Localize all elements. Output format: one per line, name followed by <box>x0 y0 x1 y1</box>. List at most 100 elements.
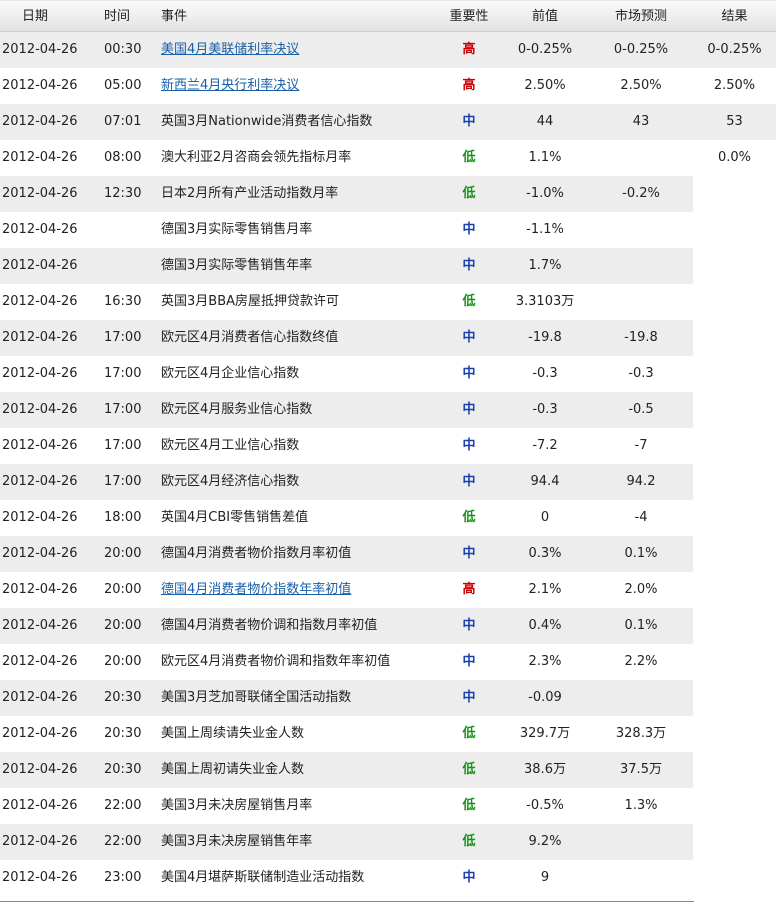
row-event: 德国4月消费者物价指数月率初值 <box>161 546 352 561</box>
row-result <box>693 212 776 248</box>
table-row: 2012-04-26 20:00 德国4月消费者物价指数年率初值 高 2.1% 2.0% <box>0 572 776 608</box>
row-time: 20:30 <box>104 762 142 777</box>
table-row: 2012-04-26 17:00 欧元区4月消费者信心指数终值 中 -19.8 -19.8 <box>0 320 776 356</box>
row-result <box>693 356 776 392</box>
row-forecast: -0.2% <box>622 186 660 201</box>
importance-badge: 低 <box>462 510 476 525</box>
importance-badge: 中 <box>462 366 476 381</box>
row-event: 欧元区4月企业信心指数 <box>161 366 300 381</box>
row-event: 美国3月未决房屋销售月率 <box>161 798 313 813</box>
row-time: 12:30 <box>104 186 142 201</box>
row-forecast <box>593 248 689 284</box>
row-time <box>104 248 148 284</box>
importance-badge: 低 <box>462 726 476 741</box>
row-result: 0-0.25% <box>707 42 762 57</box>
row-result <box>693 788 776 824</box>
header-event: 事件 <box>161 9 188 24</box>
table-row: 2012-04-26 08:00 澳大利亚2月咨商会领先指标月率 低 1.1% 0.0% <box>0 140 776 176</box>
importance-badge: 中 <box>462 402 476 417</box>
row-event: 美国3月未决房屋销售年率 <box>161 834 313 849</box>
row-time: 17:00 <box>104 330 142 345</box>
event-link[interactable]: 新西兰4月央行利率决议 <box>161 68 431 104</box>
row-time: 22:00 <box>104 834 142 849</box>
row-previous: -7.2 <box>532 438 558 453</box>
row-previous: -1.1% <box>526 222 564 237</box>
table-row: 2012-04-26 20:30 美国上周续请失业金人数 低 329.7万 328.3万 <box>0 716 776 752</box>
row-previous: 94.4 <box>530 474 560 489</box>
table-row: 2012-04-26 17:00 欧元区4月服务业信心指数 中 -0.3 -0.5 <box>0 392 776 428</box>
table-row: 2012-04-26 德国3月实际零售销售月率 中 -1.1% <box>0 212 776 248</box>
row-event: 德国3月实际零售销售年率 <box>161 258 313 273</box>
row-forecast <box>593 860 689 896</box>
row-time: 16:30 <box>104 294 142 309</box>
table-row: 2012-04-26 德国3月实际零售销售年率 中 1.7% <box>0 248 776 284</box>
row-event: 欧元区4月消费者物价调和指数年率初值 <box>161 654 391 669</box>
table-row: 2012-04-26 20:30 美国上周初请失业金人数 低 38.6万 37.5万 <box>0 752 776 788</box>
row-result <box>693 176 776 212</box>
row-forecast: 94.2 <box>626 474 656 489</box>
row-result <box>693 752 776 788</box>
row-time: 17:00 <box>104 438 142 453</box>
row-forecast <box>593 680 689 716</box>
row-forecast: 328.3万 <box>615 726 667 741</box>
row-time: 20:00 <box>104 618 142 633</box>
row-result: 53 <box>726 114 743 129</box>
row-event: 美国3月芝加哥联储全国活动指数 <box>161 690 352 705</box>
row-forecast: 0.1% <box>624 618 658 633</box>
table-row: 2012-04-26 00:30 美国4月美联储利率决议 高 0-0.25% 0-0.25… <box>0 32 776 68</box>
row-forecast: 2.50% <box>620 78 662 93</box>
row-result <box>693 608 776 644</box>
row-time: 18:00 <box>104 510 142 525</box>
row-date: 2012-04-26 <box>2 78 78 93</box>
row-event: 欧元区4月消费者信心指数终值 <box>161 330 339 345</box>
importance-badge: 中 <box>462 618 476 633</box>
row-result: 2.50% <box>713 78 756 93</box>
row-date: 2012-04-26 <box>2 834 78 849</box>
row-time: 00:30 <box>104 42 142 57</box>
importance-badge: 高 <box>462 42 476 57</box>
header-result: 结果 <box>721 9 748 24</box>
row-date: 2012-04-26 <box>2 798 78 813</box>
row-time: 20:00 <box>104 546 142 561</box>
row-previous: 1.7% <box>528 258 562 273</box>
importance-badge: 中 <box>462 258 476 273</box>
row-date: 2012-04-26 <box>2 366 78 381</box>
table-row: 2012-04-26 20:00 德国4月消费者物价指数月率初值 中 0.3% 0.1% <box>0 536 776 572</box>
table-row: 2012-04-26 17:00 欧元区4月企业信心指数 中 -0.3 -0.3 <box>0 356 776 392</box>
table-row: 2012-04-26 18:00 英国4月CBI零售销售差值 低 0 -4 <box>0 500 776 536</box>
importance-badge: 低 <box>462 762 476 777</box>
row-previous: -0.5% <box>526 798 564 813</box>
row-date: 2012-04-26 <box>2 762 78 777</box>
importance-badge: 中 <box>462 870 476 885</box>
row-forecast: 2.0% <box>624 582 658 597</box>
row-time: 17:00 <box>104 402 142 417</box>
row-date: 2012-04-26 <box>2 690 78 705</box>
row-result <box>693 320 776 356</box>
row-date: 2012-04-26 <box>2 654 78 669</box>
row-date: 2012-04-26 <box>2 402 78 417</box>
row-previous: 3.3103万 <box>515 294 575 309</box>
importance-badge: 低 <box>462 294 476 309</box>
row-forecast <box>593 140 689 176</box>
importance-badge: 中 <box>462 474 476 489</box>
importance-badge: 低 <box>462 798 476 813</box>
row-result <box>693 464 776 500</box>
row-previous: 2.3% <box>528 654 562 669</box>
row-previous: 2.50% <box>524 78 566 93</box>
row-date: 2012-04-26 <box>2 114 78 129</box>
header-time: 时间 <box>104 9 131 24</box>
row-forecast <box>593 824 689 860</box>
row-date: 2012-04-26 <box>2 726 78 741</box>
row-previous: 0-0.25% <box>517 42 573 57</box>
row-event: 欧元区4月经济信心指数 <box>161 474 300 489</box>
table-row: 2012-04-26 17:00 欧元区4月工业信心指数 中 -7.2 -7 <box>0 428 776 464</box>
event-link[interactable]: 美国4月美联储利率决议 <box>161 32 431 68</box>
row-result <box>693 428 776 464</box>
row-event: 英国4月CBI零售销售差值 <box>161 510 309 525</box>
importance-badge: 中 <box>462 222 476 237</box>
row-previous: -0.3 <box>532 402 558 417</box>
table-row: 2012-04-26 16:30 英国3月BBA房屋抵押贷款许可 低 3.3103万 <box>0 284 776 320</box>
header-importance: 重要性 <box>449 9 489 24</box>
event-link[interactable]: 德国4月消费者物价指数年率初值 <box>161 572 431 608</box>
row-date: 2012-04-26 <box>2 42 78 57</box>
